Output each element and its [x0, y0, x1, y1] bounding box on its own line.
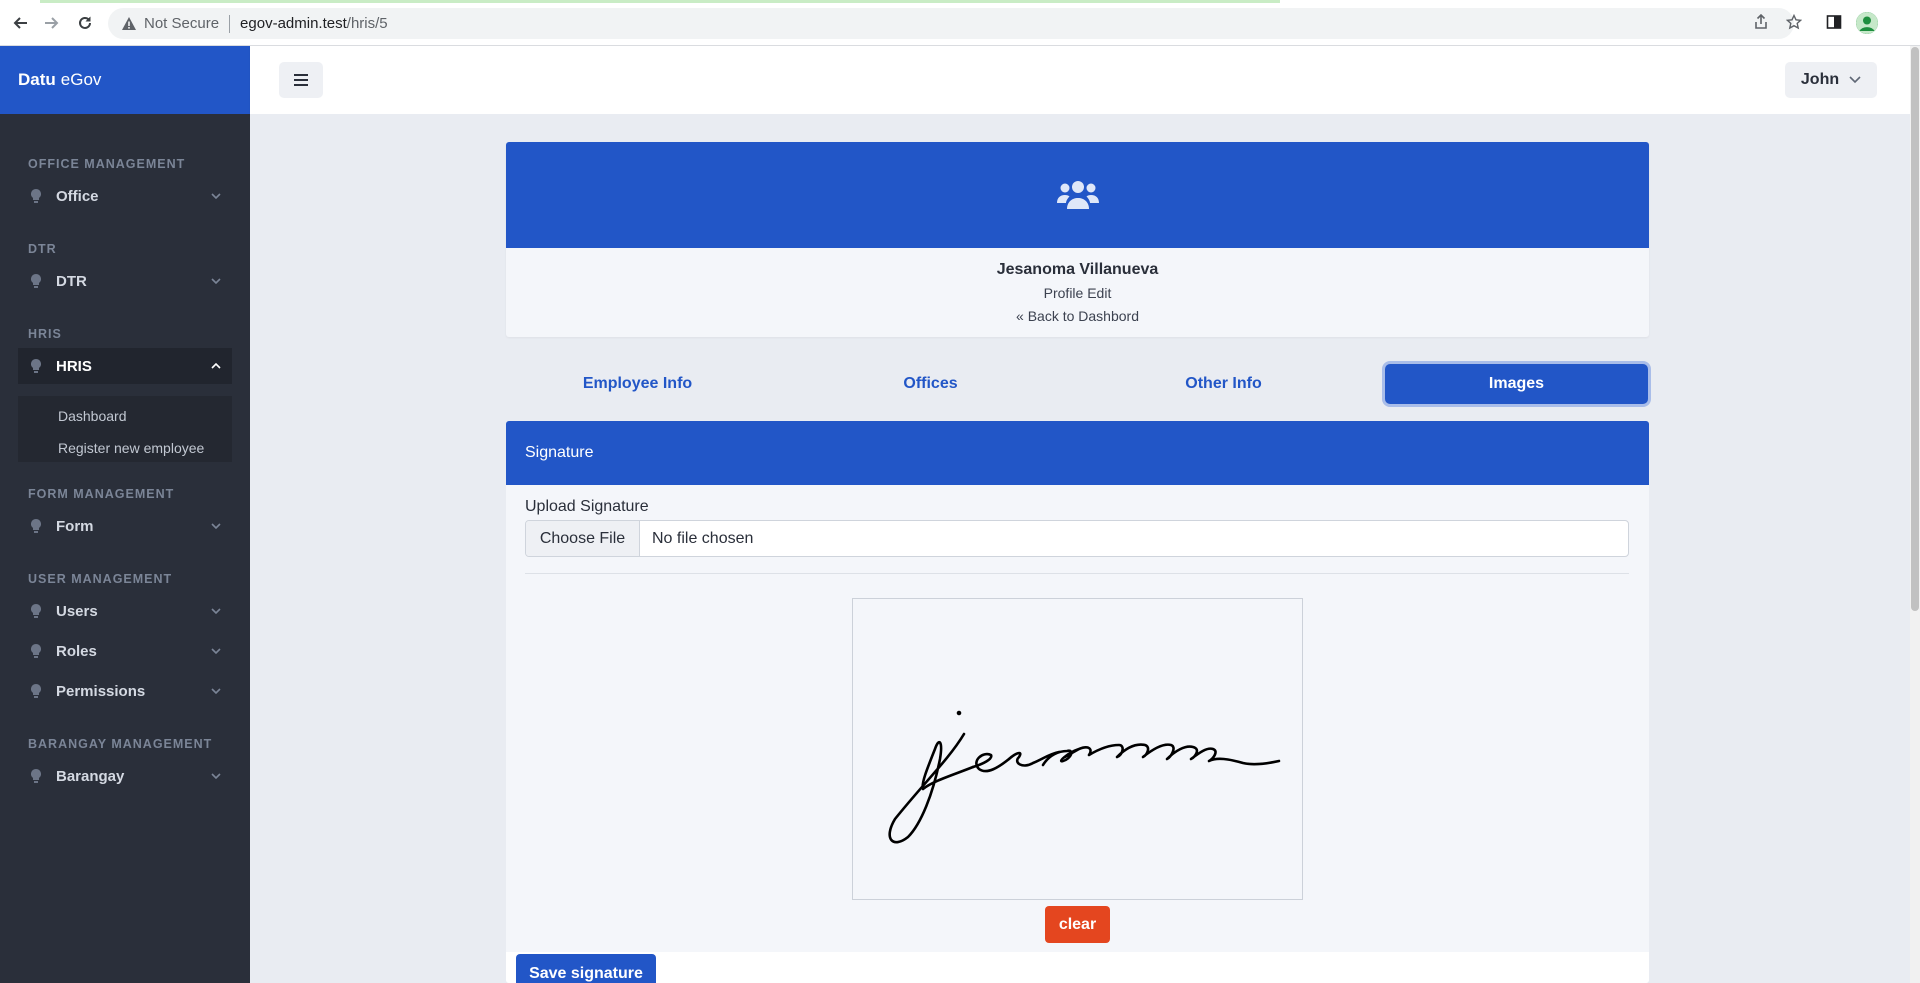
- tab-offices[interactable]: Offices: [799, 364, 1062, 404]
- employee-name: Jesanoma Villanueva: [996, 261, 1159, 278]
- chevron-down-icon: [210, 275, 222, 287]
- sidebar-item-form[interactable]: Form: [18, 508, 232, 544]
- hamburger-icon: [294, 74, 308, 86]
- back-button[interactable]: [10, 12, 32, 34]
- lightbulb-icon: [30, 643, 42, 659]
- section-office-management: OFFICE MANAGEMENT: [28, 157, 186, 171]
- sidebar-item-roles[interactable]: Roles: [18, 633, 232, 669]
- warning-icon: [120, 15, 138, 33]
- tab-employee-info[interactable]: Employee Info: [506, 364, 769, 404]
- sidebar-item-office[interactable]: Office: [18, 178, 232, 214]
- url-host: egov-admin.test: [240, 15, 347, 32]
- profile-banner: [506, 142, 1649, 248]
- sidebar-item-label: Form: [56, 517, 94, 535]
- user-menu-button[interactable]: John: [1785, 62, 1877, 98]
- chevron-up-icon: [210, 360, 222, 372]
- back-to-dashboard-link[interactable]: « Back to Dashbord: [506, 308, 1649, 324]
- bookmark-star-icon[interactable]: [1784, 12, 1804, 32]
- section-dtr: DTR: [28, 242, 57, 256]
- brand-suffix: eGov: [60, 70, 102, 89]
- sidebar-subitem-dashboard[interactable]: Dashboard: [58, 408, 127, 424]
- omnibox-separator: [229, 14, 231, 33]
- sidebar-item-label: Barangay: [56, 767, 125, 785]
- clear-signature-button[interactable]: clear: [1045, 906, 1110, 943]
- sidebar-subitem-register-employee[interactable]: Register new employee: [58, 440, 204, 456]
- chevron-down-icon: [210, 685, 222, 697]
- section-barangay-management: BARANGAY MANAGEMENT: [28, 737, 213, 751]
- signature-drawing: [888, 710, 1281, 844]
- lightbulb-icon: [30, 603, 42, 619]
- sidebar-item-permissions[interactable]: Permissions: [18, 673, 232, 709]
- profile-subtitle: Profile Edit: [1043, 285, 1112, 301]
- page-scrollbar-thumb[interactable]: [1911, 47, 1919, 611]
- share-icon[interactable]: [1751, 12, 1771, 32]
- chevron-down-icon: [210, 645, 222, 657]
- sidebar-item-label: HRIS: [56, 357, 92, 375]
- section-hris: HRIS: [28, 327, 62, 341]
- forward-arrow-icon: [45, 17, 59, 29]
- chevron-down-icon: [210, 190, 222, 202]
- sidebar-item-barangay[interactable]: Barangay: [18, 758, 232, 794]
- upload-signature-label: Upload Signature: [525, 498, 649, 515]
- sidebar-item-label: Users: [56, 602, 98, 620]
- lightbulb-icon: [30, 768, 42, 784]
- chevron-down-icon: [210, 605, 222, 617]
- file-status-text: No file chosen: [652, 529, 754, 547]
- back-arrow-icon: [13, 17, 27, 29]
- chevron-down-icon: [210, 520, 222, 532]
- sidebar-item-users[interactable]: Users: [18, 593, 232, 629]
- save-signature-button[interactable]: Save signature: [516, 954, 656, 983]
- section-form-management: FORM MANAGEMENT: [28, 487, 175, 501]
- chevron-down-icon: [1849, 74, 1861, 86]
- sidebar-item-label: Permissions: [56, 682, 146, 700]
- signature-pad-canvas[interactable]: [852, 598, 1303, 900]
- sidebar-item-hris[interactable]: HRIS: [18, 348, 232, 384]
- signature-card-footer: [506, 952, 1649, 983]
- signature-file-input[interactable]: Choose File No file chosen: [525, 520, 1629, 557]
- brand-logo[interactable]: Datu eGov: [0, 46, 250, 114]
- divider: [525, 573, 1629, 574]
- browser-profile-avatar-icon[interactable]: [1856, 12, 1878, 34]
- lightbulb-icon: [30, 683, 42, 699]
- reload-icon: [79, 16, 91, 29]
- brand-prefix: Datu: [18, 70, 56, 89]
- lightbulb-icon: [30, 273, 42, 289]
- users-group-icon: [1056, 181, 1099, 209]
- security-label: Not Secure: [144, 15, 220, 32]
- signature-header: Signature: [506, 421, 1649, 485]
- lightbulb-icon: [30, 358, 42, 374]
- sidebar-item-dtr[interactable]: DTR: [18, 263, 232, 299]
- lightbulb-icon: [30, 188, 42, 204]
- address-bar[interactable]: Not Secure egov-admin.test/hris/5: [108, 8, 1794, 39]
- forward-button[interactable]: [40, 12, 62, 34]
- sidebar: Datu eGov OFFICE MANAGEMENT Office DTR DT…: [0, 46, 250, 983]
- side-panel-icon[interactable]: [1824, 12, 1844, 32]
- hris-submenu: Dashboard Register new employee: [18, 396, 232, 462]
- sidebar-item-label: Roles: [56, 642, 97, 660]
- signature-card: Signature Upload Signature Choose File N…: [506, 421, 1649, 983]
- user-name: John: [1800, 71, 1840, 88]
- choose-file-button[interactable]: Choose File: [526, 521, 640, 556]
- sidebar-item-label: DTR: [56, 272, 87, 290]
- url-path: /hris/5: [346, 15, 388, 32]
- menu-toggle-button[interactable]: [279, 62, 323, 98]
- tab-other-info[interactable]: Other Info: [1092, 364, 1355, 404]
- sidebar-item-label: Office: [56, 187, 99, 205]
- app-header: John: [250, 46, 1910, 114]
- page-load-progress: [40, 0, 1280, 3]
- profile-card: Jesanoma Villanueva Profile Edit « Back …: [506, 142, 1649, 337]
- reload-button[interactable]: [74, 12, 96, 34]
- tab-images[interactable]: Images: [1385, 364, 1648, 404]
- chevron-down-icon: [210, 770, 222, 782]
- browser-toolbar: Not Secure egov-admin.test/hris/5: [0, 0, 1920, 46]
- lightbulb-icon: [30, 518, 42, 534]
- section-user-management: USER MANAGEMENT: [28, 572, 173, 586]
